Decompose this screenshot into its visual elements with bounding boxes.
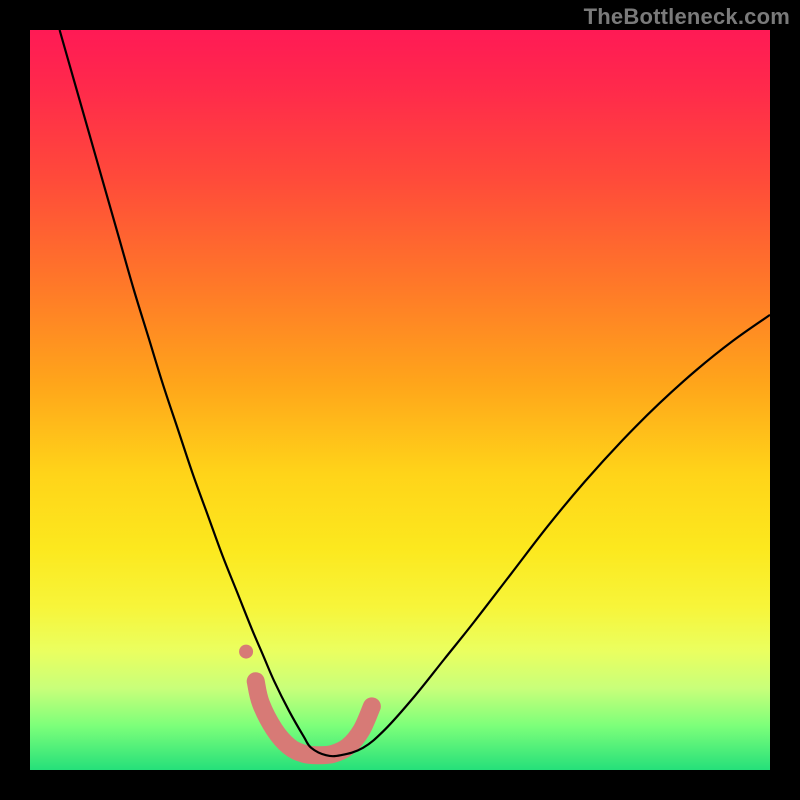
curve-svg [30,30,770,770]
chart-frame: TheBottleneck.com [0,0,800,800]
highlight-band [256,681,372,755]
highlight-dot [239,645,253,659]
watermark-text: TheBottleneck.com [584,4,790,30]
bottleneck-curve [60,30,770,756]
plot-area [30,30,770,770]
